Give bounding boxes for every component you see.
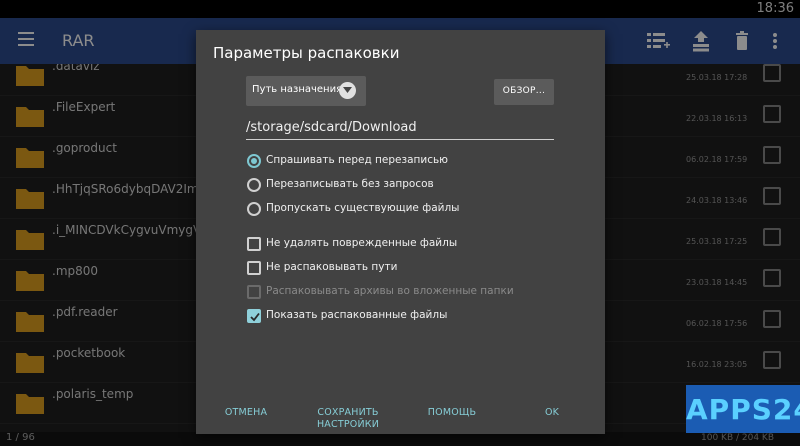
destination-path-value: /storage/sdcard/Download xyxy=(246,120,417,135)
checkbox-keep-broken-files[interactable]: Не удалять поврежденные файлы xyxy=(247,236,567,254)
radio-skip-existing[interactable]: Пропускать существующие файлы xyxy=(247,201,567,219)
radio-ask-before-overwrite[interactable]: Спрашивать перед перезаписью xyxy=(247,153,567,171)
extract-options-dialog: Параметры распаковки Путь назначения ОБЗ… xyxy=(196,30,605,434)
help-button[interactable]: ПОМОЩЬ xyxy=(422,407,482,419)
radio-label: Спрашивать перед перезаписью xyxy=(266,154,448,166)
save-settings-label-line2: НАСТРОЙКИ xyxy=(316,419,380,430)
watermark-logo: APPS24 xyxy=(686,385,800,433)
radio-label: Перезаписывать без запросов xyxy=(266,178,434,190)
checkbox[interactable] xyxy=(247,261,261,275)
destination-path-input[interactable]: /storage/sdcard/Download xyxy=(246,118,554,140)
cancel-button[interactable]: ОТМЕНА xyxy=(218,407,274,419)
browse-button-label: ОБЗОР... xyxy=(502,86,546,96)
radio-button-selected[interactable] xyxy=(247,154,261,168)
destination-path-label: Путь назначения xyxy=(252,84,343,95)
browse-button[interactable]: ОБЗОР... xyxy=(494,79,554,105)
radio-label: Пропускать существующие файлы xyxy=(266,202,460,214)
checkbox-checked[interactable] xyxy=(247,309,261,323)
checkbox-show-extracted-files[interactable]: Показать распакованные файлы xyxy=(247,308,567,326)
checkbox-extract-to-subfolders: Распаковывать архивы во вложенные папки xyxy=(247,284,567,302)
check-icon xyxy=(250,312,260,322)
ok-button[interactable]: OK xyxy=(536,407,568,419)
ok-button-label: OK xyxy=(544,407,560,418)
checkbox-ignore-paths[interactable]: Не распаковывать пути xyxy=(247,260,567,278)
cancel-button-label: ОТМЕНА xyxy=(224,407,268,418)
dropdown-arrow-icon xyxy=(339,82,356,99)
checkbox[interactable] xyxy=(247,237,261,251)
radio-overwrite-without-prompt[interactable]: Перезаписывать без запросов xyxy=(247,177,567,195)
radio-button[interactable] xyxy=(247,178,261,192)
checkbox-label: Показать распакованные файлы xyxy=(266,309,448,321)
checkbox-label: Распаковывать архивы во вложенные папки xyxy=(266,285,514,297)
dialog-title: Параметры распаковки xyxy=(213,44,400,62)
checkbox-label: Не удалять поврежденные файлы xyxy=(266,237,458,249)
destination-path-button[interactable]: Путь назначения xyxy=(246,76,366,106)
save-settings-label-line1: СОХРАНИТЬ xyxy=(317,407,379,418)
checkbox-label: Не распаковывать пути xyxy=(266,261,398,273)
help-button-label: ПОМОЩЬ xyxy=(427,407,477,418)
save-settings-button[interactable]: СОХРАНИТЬ НАСТРОЙКИ xyxy=(312,407,384,431)
radio-button[interactable] xyxy=(247,202,261,216)
watermark-text: APPS24 xyxy=(686,393,800,426)
checkbox-disabled xyxy=(247,285,261,299)
